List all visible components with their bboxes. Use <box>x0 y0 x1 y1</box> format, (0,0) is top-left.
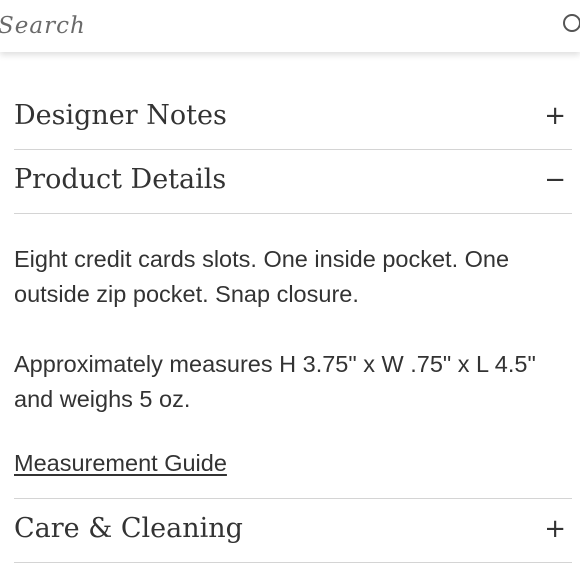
care-cleaning-title: Care & Cleaning <box>14 513 243 544</box>
product-details-title: Product Details <box>14 164 227 195</box>
product-details-collapse-icon[interactable]: − <box>544 164 566 196</box>
measurement-guide-link[interactable]: Measurement Guide <box>14 446 227 481</box>
designer-notes-header[interactable]: Designer Notes + <box>14 86 572 150</box>
designer-notes-expand-icon[interactable]: + <box>544 100 566 132</box>
product-measurements-paragraph: Approximately measures H 3.75" x W .75" … <box>14 351 536 412</box>
care-cleaning-expand-icon[interactable]: + <box>544 513 566 545</box>
care-cleaning-header[interactable]: Care & Cleaning + <box>14 499 572 563</box>
search-bar <box>0 0 580 52</box>
product-details-content: Eight credit cards slots. One inside poc… <box>14 214 572 499</box>
search-input[interactable] <box>0 8 538 44</box>
product-accordion: Designer Notes + Product Details − Eight… <box>14 86 572 563</box>
search-icon[interactable] <box>563 14 580 32</box>
designer-notes-title: Designer Notes <box>14 100 227 131</box>
product-details-header[interactable]: Product Details − <box>14 150 572 214</box>
product-details-paragraph: Eight credit cards slots. One inside poc… <box>14 246 510 307</box>
